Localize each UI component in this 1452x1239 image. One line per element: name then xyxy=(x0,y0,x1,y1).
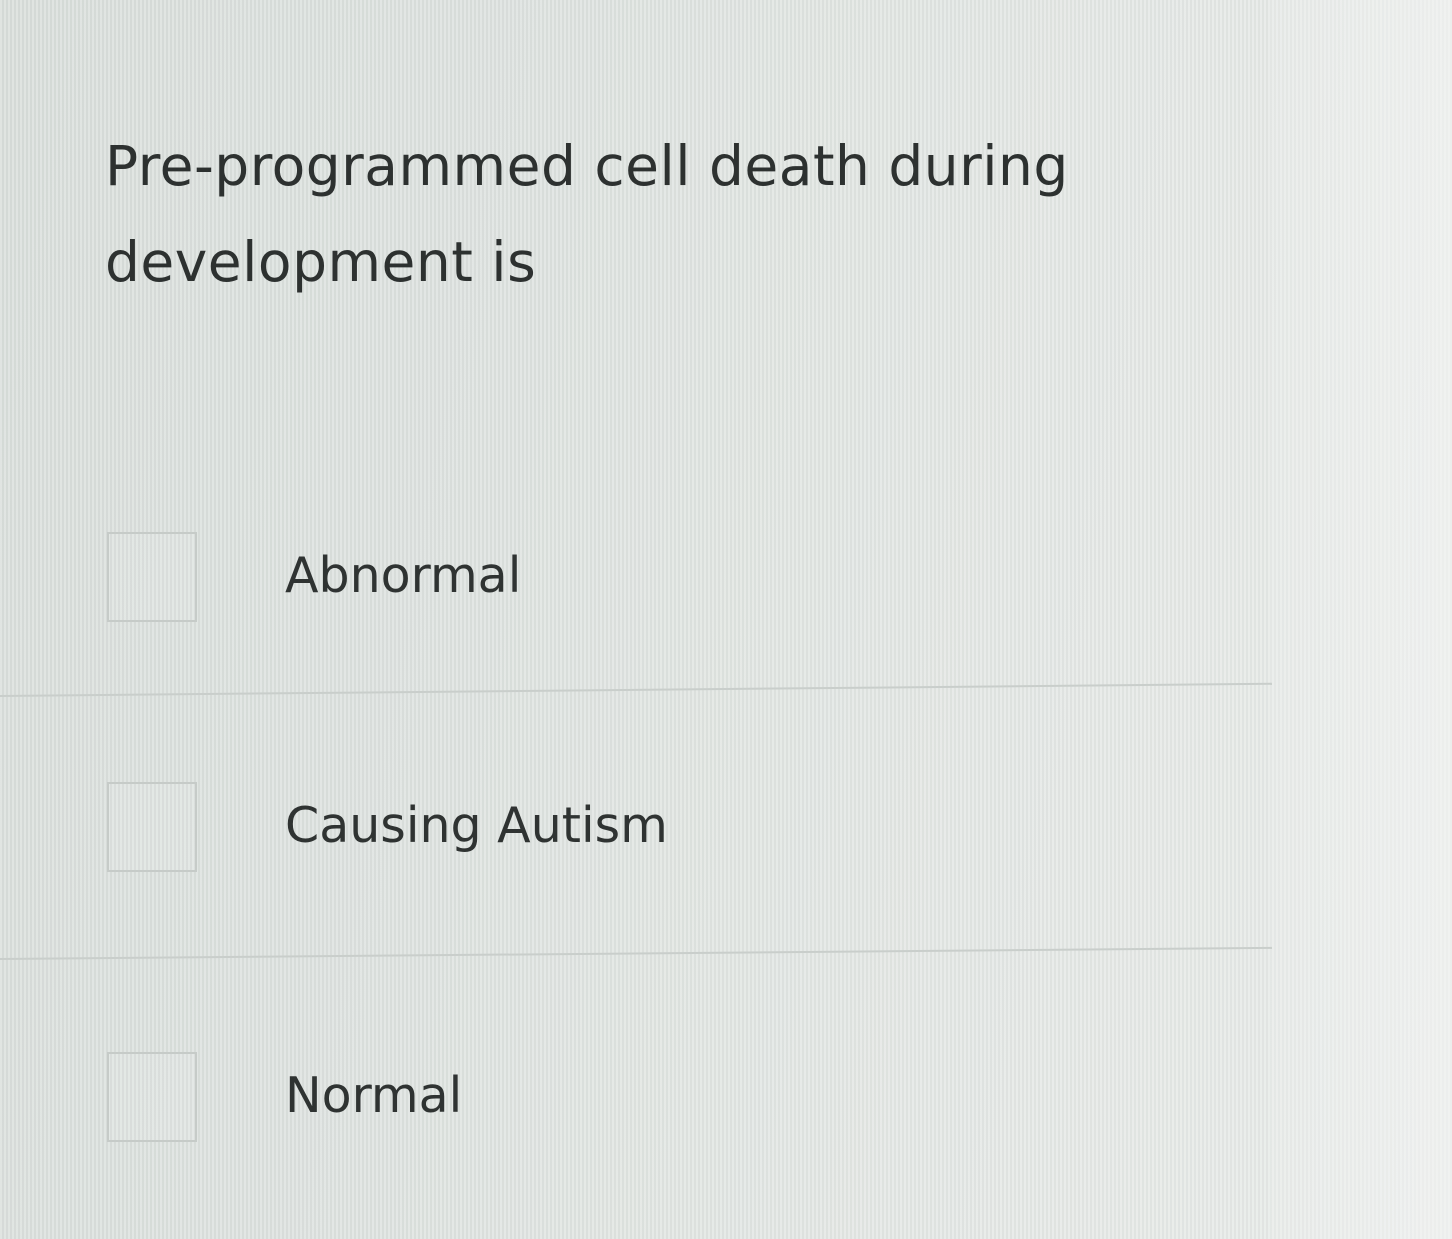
option-divider xyxy=(0,946,1272,960)
checkbox-normal[interactable] xyxy=(107,1052,197,1142)
answer-option-normal[interactable]: Normal xyxy=(0,990,1275,1180)
question-line-2: development is xyxy=(105,230,537,294)
right-margin-area xyxy=(1270,0,1452,1239)
checkbox-causing-autism[interactable] xyxy=(107,782,197,872)
answer-option-causing-autism[interactable]: Causing Autism xyxy=(0,720,1275,910)
answer-label-abnormal[interactable]: Abnormal xyxy=(285,546,521,606)
option-divider xyxy=(0,682,1272,697)
question-prompt: Pre-programmed cell death during develop… xyxy=(105,118,1085,310)
answer-label-normal[interactable]: Normal xyxy=(285,1066,462,1126)
checkbox-abnormal[interactable] xyxy=(107,532,197,622)
answer-label-causing-autism[interactable]: Causing Autism xyxy=(285,796,668,856)
question-line-1: Pre-programmed cell death during xyxy=(105,134,1069,198)
answer-option-abnormal[interactable]: Abnormal xyxy=(0,470,1275,660)
